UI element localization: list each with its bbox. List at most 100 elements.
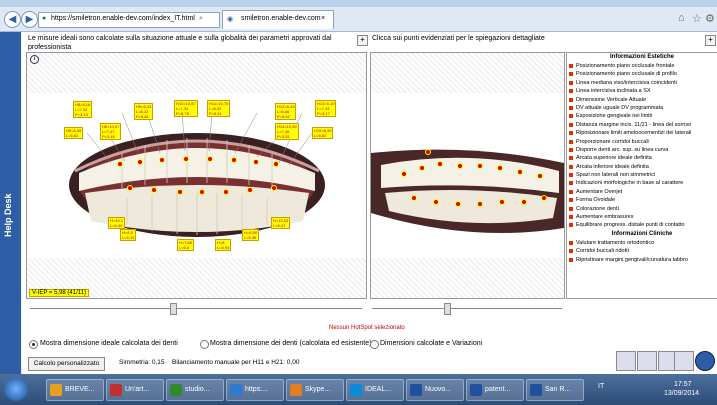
grid-view-icon[interactable]	[616, 351, 636, 371]
settings-gear-icon[interactable]: ⚙	[705, 12, 715, 25]
tab-favicon-icon: ◉	[227, 16, 234, 23]
right-slider-track[interactable]	[372, 308, 562, 309]
taskbar-item[interactable]: BREVE...	[46, 379, 104, 401]
clock-date[interactable]: 13/09/2014	[664, 390, 699, 397]
measure-label[interactable]: H13=5,19 L=7,33 P=3,17	[315, 100, 337, 117]
measure-label[interactable]: H9=6,43 L=8,12 P=5,81	[134, 103, 154, 120]
teeth-profile-image	[371, 149, 564, 233]
app-icon	[50, 384, 62, 396]
info-list-item[interactable]: Spazi non laterali non simmetrici	[567, 171, 717, 179]
info-list-item[interactable]: Linea intercisiva inclinata a SX	[567, 87, 717, 95]
app-icon	[290, 384, 302, 396]
measure-label[interactable]: H5=6,35 L=5,81	[64, 127, 84, 139]
forward-icon[interactable]: ▶	[21, 11, 38, 28]
left-teeth-panel[interactable]: i H8=5,18 L=7,32 P=3,14 H9=6,43 L=8,12 P…	[26, 52, 367, 299]
info-list-item[interactable]: Arcata inferiore ideale definita	[567, 163, 717, 171]
taskbar-item[interactable]: patent...	[466, 379, 524, 401]
taskbar-item[interactable]: San R...	[526, 379, 584, 401]
left-panel-header: Le misure ideali sono calcolate sulla si…	[28, 35, 332, 51]
measure-label[interactable]: H14=10,69 L=7,46 P=3,51	[275, 123, 299, 140]
balance-value: Bilanciamento manuale per H11 e H21: 0,0…	[172, 359, 300, 366]
print-icon[interactable]	[674, 351, 694, 371]
clock-time[interactable]: 17:57	[674, 381, 692, 388]
measure-label[interactable]: H=10,1 L=6,49	[108, 217, 126, 229]
back-icon[interactable]: ◀	[4, 11, 21, 28]
radio-size-calc-existing[interactable]	[200, 340, 209, 349]
info-list-item[interactable]: Colorazione denti	[567, 205, 717, 213]
app-icon	[410, 384, 422, 396]
table-view-icon[interactable]	[637, 351, 657, 371]
app-icon	[170, 384, 182, 396]
taskbar-item-label: BREVE...	[65, 386, 95, 393]
expand-left-button[interactable]: +	[357, 35, 368, 46]
home-icon[interactable]: ⌂	[678, 12, 685, 24]
info-list-item[interactable]: Arcata superiore ideale definita	[567, 154, 717, 162]
info-list-item[interactable]: Posizionamento piano occlusale frontale	[567, 62, 717, 70]
measure-label[interactable]: H12=8,43 L=6,46 P=5,62	[275, 103, 297, 120]
info-list-item[interactable]: Equilibrare progress. distale punti di c…	[567, 221, 717, 229]
taskbar-item-label: Nuovo...	[425, 386, 452, 393]
radio-ideal-size-label[interactable]: Mostra dimensione ideale calcolata dei d…	[40, 340, 178, 347]
lock-icon: ●	[42, 15, 47, 22]
measure-label[interactable]: H8=5,18 L=7,32 P=3,14	[73, 101, 93, 118]
right-panel-header: Clicca sui punti evidenziati per le spie…	[372, 35, 545, 42]
measure-label[interactable]: H=10,63 L=6,47	[271, 217, 291, 229]
info-list-item[interactable]: Aumentare embrasures	[567, 213, 717, 221]
measure-label[interactable]: H6=10,67 L=7,47 P=3,46	[100, 123, 122, 140]
measure-label[interactable]: H=8,5 L=5,33	[120, 229, 137, 241]
measure-label[interactable]: H=7,85 L=6,8	[177, 239, 195, 251]
right-slider-thumb[interactable]	[444, 303, 451, 315]
info-list-item[interactable]: Esposizione gengivale nei limiti	[567, 112, 717, 120]
favorites-star-icon[interactable]: ☆	[692, 12, 702, 25]
search-icon[interactable]: ⌕	[199, 15, 203, 23]
info-list-item[interactable]: Proporzionare corridoi buccali	[567, 138, 717, 146]
radio-ideal-size[interactable]	[29, 340, 38, 349]
info-list-item[interactable]: Ripristinare margini gengivali/curvatura…	[567, 256, 717, 264]
info-list-panel: Informazioni Estetiche Posizionamento pi…	[566, 52, 717, 299]
expand-right-button[interactable]: +	[705, 35, 716, 46]
measure-label[interactable]: H10=10,67 L=7,34 P=8,76	[174, 100, 198, 117]
taskbar-item[interactable]: Skype...	[286, 379, 344, 401]
info-list-item[interactable]: Dimensione Verticale Attuale	[567, 96, 717, 104]
info-list-item[interactable]: Aumentare Overjet	[567, 188, 717, 196]
info-list-item[interactable]: Posizionamento piano occlusale di profil…	[567, 70, 717, 78]
taskbar-item-label: https:...	[245, 386, 268, 393]
info-list-item[interactable]: Forma Ovoidale	[567, 196, 717, 204]
info-list-item[interactable]: Valutare trattamento ortodontico	[567, 239, 717, 247]
measure-label[interactable]: H11=10,75 L=8,32 P=8,51	[207, 100, 231, 117]
language-indicator[interactable]: IT	[598, 383, 604, 390]
left-slider-track[interactable]	[30, 308, 362, 309]
taskbar-item[interactable]: Nuovo...	[406, 379, 464, 401]
radio-variations-label[interactable]: Dimensioni calcolate e Variazioni	[380, 340, 482, 347]
info-list-item[interactable]: DV attuale uguale DV programmata	[567, 104, 717, 112]
start-button[interactable]	[4, 377, 28, 401]
measure-label[interactable]: H=8,59 L=5,48	[242, 229, 260, 241]
app-icon	[110, 384, 122, 396]
taskbar-item[interactable]: Un'art...	[106, 379, 164, 401]
taskbar-item[interactable]: studio...	[166, 379, 224, 401]
radio-variations[interactable]	[370, 340, 379, 349]
info-list-item[interactable]: Indicazioni morfologiche in base al cara…	[567, 179, 717, 187]
logo-icon[interactable]	[695, 351, 715, 371]
measure-label[interactable]: H=8 L=4,94	[215, 239, 232, 251]
help-desk-sidebar[interactable]: Help Desk	[0, 32, 21, 374]
custom-calculation-button[interactable]: Calcolo personalizzato	[28, 357, 105, 371]
info-list-item[interactable]: Linea mediana viso/intercisiva coinciden…	[567, 79, 717, 87]
info-list-item[interactable]: Riposizionare limiti ameloocementizi dei…	[567, 129, 717, 137]
info-list-item[interactable]: Disporre denti arc. sup. su linea curva	[567, 146, 717, 154]
taskbar-item-label: patent...	[485, 386, 511, 393]
info-list-item[interactable]: Corridoi buccali ridotti	[567, 247, 717, 255]
taskbar-item[interactable]: IDEAL...	[346, 379, 404, 401]
taskbar-item-label: studio...	[185, 386, 210, 393]
measure-label[interactable]: H15=6,35 L=5,82	[312, 127, 334, 139]
right-teeth-panel[interactable]	[370, 52, 565, 299]
browser-tab[interactable]: ◉ smiletron.enable-dev.com ×	[222, 10, 334, 29]
taskbar-item[interactable]: https:...	[226, 379, 284, 401]
radio-size-calc-existing-label[interactable]: Mostra dimensione dei denti (calcolata e…	[210, 340, 371, 347]
left-slider-thumb[interactable]	[170, 303, 177, 315]
taskbar-item-label: San R...	[545, 386, 571, 393]
address-bar[interactable]: ● https://smiletron.enable-dev.com/index…	[38, 12, 220, 28]
close-tab-icon[interactable]: ×	[321, 15, 325, 22]
clinical-section-title: Informazioni Cliniche	[611, 230, 673, 237]
info-list-item[interactable]: Distanza margine incis. 11/21 - linea de…	[567, 121, 717, 129]
